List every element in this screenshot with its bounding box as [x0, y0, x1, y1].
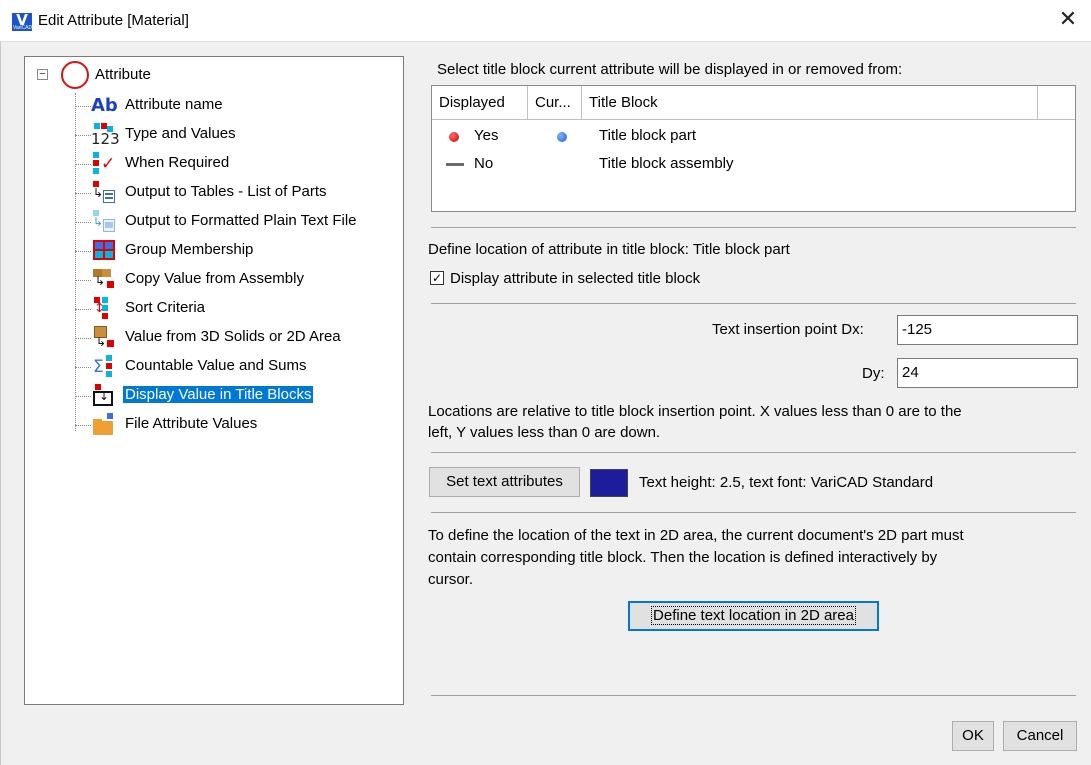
cancel-button[interactable]: Cancel [1003, 721, 1077, 751]
text-attributes-description: Text height: 2.5, text font: VariCAD Sta… [639, 474, 934, 491]
column-header-displayed[interactable]: Displayed [432, 86, 528, 119]
close-button[interactable]: ✕ [1045, 0, 1091, 42]
ab-text-icon: Ab [91, 95, 118, 116]
tree-item-label: When Required [125, 154, 230, 171]
red-circle-icon [61, 61, 89, 89]
location-heading: Define location of attribute in title bl… [428, 241, 790, 258]
divider [431, 695, 1076, 696]
title-block-cell: Title block part [599, 127, 696, 144]
dx-label: Text insertion point Dx: [712, 321, 864, 338]
text-file-output-icon: ↳ [91, 210, 117, 234]
tree-root-label: Attribute [95, 66, 151, 83]
dx-input[interactable]: -125 [897, 315, 1078, 345]
title-block-grid[interactable]: Displayed Cur... Title Block Yes Title b… [431, 85, 1076, 212]
dy-input[interactable]: 24 [897, 358, 1078, 388]
grid-header: Displayed Cur... Title Block [432, 86, 1075, 120]
tree-item-value-from-3d-solids[interactable]: ↳ Value from 3D Solids or 2D Area [75, 325, 395, 351]
tree-item-label: File Attribute Values [125, 415, 258, 432]
dy-label: Dy: [862, 365, 885, 382]
assembly-copy-icon: ↳ [91, 268, 117, 292]
tree-item-countable-value-and-sums[interactable]: Σ Countable Value and Sums [75, 354, 395, 380]
title-bar: V VariCAD Edit Attribute [Material] ✕ [0, 0, 1091, 42]
tree-item-label: Output to Formatted Plain Text File [125, 212, 357, 229]
divider [431, 512, 1076, 513]
define-location-line1: To define the location of the text in 2D… [428, 527, 964, 544]
tree-item-attribute-name[interactable]: Ab Attribute name [75, 93, 395, 119]
display-attribute-checkbox[interactable]: ✓ [430, 271, 444, 285]
tree-item-label: Sort Criteria [125, 299, 206, 316]
sigma-sum-icon: Σ [91, 355, 117, 379]
location-note-line1: Locations are relative to title block in… [428, 403, 962, 420]
tree-item-label: Copy Value from Assembly [125, 270, 304, 287]
tree-item-type-and-values[interactable]: 123 Type and Values [75, 122, 395, 148]
table-output-icon: ↳ [91, 181, 117, 205]
tree-item-label: Display Value in Title Blocks [123, 386, 314, 403]
set-text-attributes-button[interactable]: Set text attributes [429, 467, 580, 497]
displayed-cell: No [474, 155, 494, 172]
location-note-line2: left, Y values less than 0 are down. [428, 424, 661, 441]
tree-item-output-to-text-file[interactable]: ↳ Output to Formatted Plain Text File [75, 209, 395, 235]
tree-item-label: Group Membership [125, 241, 254, 258]
window-border [0, 42, 1, 765]
tree-item-label: Value from 3D Solids or 2D Area [125, 328, 341, 345]
tree-item-copy-value-from-assembly[interactable]: ↳ Copy Value from Assembly [75, 267, 395, 293]
folder-icon [91, 413, 117, 437]
solid-box-icon: ↳ [91, 326, 117, 350]
displayed-cell: Yes [474, 127, 499, 144]
define-location-line3: cursor. [428, 571, 474, 588]
attribute-tree[interactable]: − Attribute Ab Attribute name 123 Type a… [24, 56, 404, 705]
divider [431, 303, 1076, 304]
divider [431, 227, 1076, 228]
tree-item-label: Type and Values [125, 125, 236, 142]
column-header-current[interactable]: Cur... [528, 86, 582, 119]
tree-item-label: Attribute name [125, 96, 223, 113]
display-attribute-checkbox-label[interactable]: Display attribute in selected title bloc… [450, 270, 700, 287]
displayed-yes-icon [449, 132, 459, 142]
title-block-icon: ↓ [91, 384, 117, 408]
define-text-location-button[interactable]: Define text location in 2D area [628, 601, 879, 631]
sort-arrows-icon: ↕ [91, 297, 117, 321]
title-block-heading: Select title block current attribute wil… [437, 61, 903, 78]
text-color-swatch [590, 469, 628, 497]
tree-item-output-to-tables[interactable]: ↳ Output to Tables - List of Parts [75, 180, 395, 206]
tree-item-label: Countable Value and Sums [125, 357, 307, 374]
red-check-icon: ✓ [91, 152, 117, 176]
table-row[interactable]: No Title block assembly [432, 152, 1075, 178]
define-location-line2: contain corresponding title block. Then … [428, 549, 938, 566]
varicad-app-icon: V VariCAD [12, 11, 33, 31]
tree-item-file-attribute-values[interactable]: File Attribute Values [75, 412, 395, 438]
group-grid-icon [91, 239, 117, 263]
type-123-icon: 123 [91, 123, 120, 148]
column-header-filler [1038, 86, 1075, 119]
ok-button[interactable]: OK [952, 721, 994, 751]
tree-item-display-value-in-title-blocks[interactable]: ↓ Display Value in Title Blocks [75, 383, 395, 409]
displayed-no-icon [446, 163, 464, 166]
table-row[interactable]: Yes Title block part [432, 124, 1075, 150]
column-header-title-block[interactable]: Title Block [582, 86, 1038, 119]
window-title: Edit Attribute [Material] [38, 12, 189, 29]
tree-item-label: Output to Tables - List of Parts [125, 183, 327, 200]
title-block-cell: Title block assembly [599, 155, 734, 172]
current-marker-icon [557, 132, 567, 142]
divider [431, 452, 1076, 453]
tree-item-when-required[interactable]: ✓ When Required [75, 151, 395, 177]
app-icon-caption: VariCAD [13, 25, 33, 31]
define-text-location-button-label: Define text location in 2D area [651, 606, 856, 625]
collapse-icon[interactable]: − [37, 69, 48, 80]
tree-item-group-membership[interactable]: Group Membership [75, 238, 395, 264]
tree-item-sort-criteria[interactable]: ↕ Sort Criteria [75, 296, 395, 322]
